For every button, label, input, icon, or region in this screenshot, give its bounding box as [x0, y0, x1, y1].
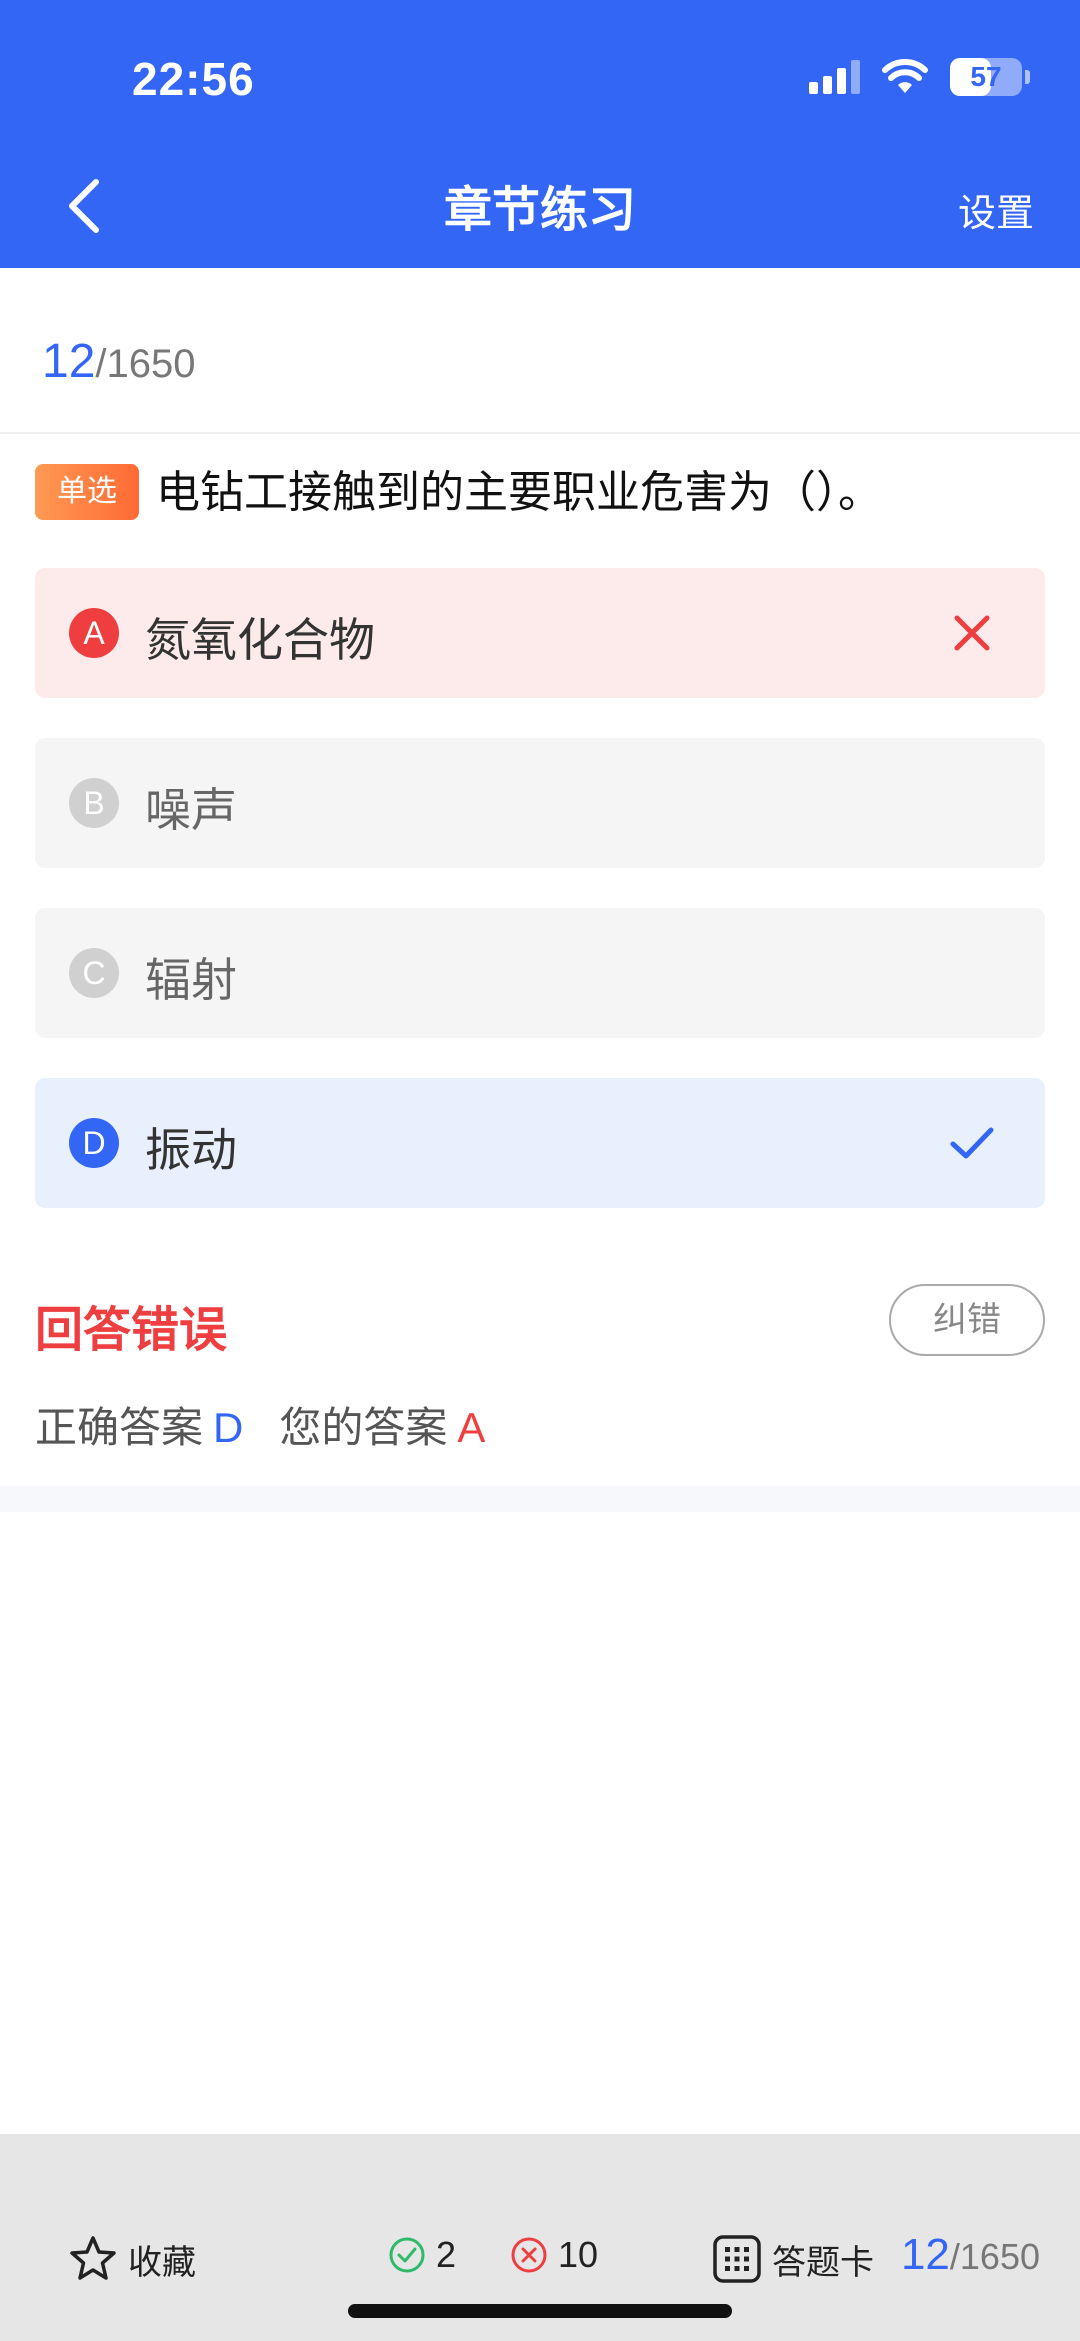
correct-count-value: 2: [436, 2234, 457, 2275]
option-b[interactable]: B 噪声: [35, 738, 1045, 868]
grid-icon: [713, 2235, 761, 2283]
answer-summary: 正确答案 D 您的答案 A: [35, 1394, 485, 1455]
progress-current: 12: [42, 335, 96, 388]
wifi-icon: [882, 59, 928, 93]
correct-count: 2: [388, 2234, 456, 2276]
your-answer-value: A: [457, 1404, 486, 1451]
star-icon: [70, 2236, 116, 2280]
option-text: 噪声: [145, 783, 237, 837]
battery-icon: 57: [950, 58, 1030, 96]
answer-card-button[interactable]: 答题卡: [712, 2234, 874, 2284]
status-time: 22:56: [132, 53, 255, 105]
correct-answer-value: D: [213, 1404, 244, 1451]
settings-button[interactable]: 设置: [958, 182, 1034, 237]
question-type-badge: 单选: [35, 464, 139, 520]
report-error-button[interactable]: 纠错: [889, 1284, 1045, 1356]
answer-card-label: 答题卡: [772, 2242, 874, 2283]
status-icons: 57: [809, 58, 1030, 96]
result-status: 回答错误: [35, 1302, 228, 1358]
app-header: 22:56 57 章节练习 设置: [0, 0, 1080, 268]
battery-level: 57: [970, 61, 1002, 92]
option-letter: D: [69, 1118, 119, 1168]
question-progress: 12/1650: [42, 334, 196, 389]
bottom-progress-total: /1650: [949, 2236, 1040, 2277]
option-text: 氮氧化合物: [145, 613, 375, 667]
bottom-progress: 12/1650: [901, 2230, 1040, 2280]
progress-total: /1650: [95, 342, 196, 386]
option-letter: A: [69, 608, 119, 658]
your-answer-label: 您的答案: [279, 1403, 448, 1452]
option-text: 辐射: [145, 953, 237, 1007]
home-indicator: [348, 2304, 732, 2318]
cellular-signal-icon: [809, 60, 860, 94]
favorite-button[interactable]: 收藏: [68, 2234, 196, 2284]
option-c[interactable]: C 辐射: [35, 908, 1045, 1038]
option-text: 振动: [145, 1123, 237, 1177]
favorite-label: 收藏: [128, 2242, 196, 2283]
option-a[interactable]: A 氮氧化合物: [35, 568, 1045, 698]
divider: [0, 432, 1080, 434]
wrong-mark-icon: [954, 615, 990, 651]
correct-answer-label: 正确答案: [35, 1403, 204, 1452]
section-divider: [0, 1486, 1080, 1512]
wrong-count-value: 10: [558, 2234, 599, 2275]
page-title: 章节练习: [443, 182, 636, 238]
wrong-count: 10: [510, 2234, 598, 2276]
question-text: 电钻工接触到的主要职业危害为（）。: [156, 467, 882, 518]
option-d[interactable]: D 振动: [35, 1078, 1045, 1208]
option-letter: B: [69, 778, 119, 828]
x-circle-icon: [511, 2237, 547, 2273]
option-letter: C: [69, 948, 119, 998]
check-mark-icon: [950, 1127, 994, 1159]
check-circle-icon: [389, 2237, 425, 2273]
bottom-progress-current: 12: [900, 2230, 950, 2279]
